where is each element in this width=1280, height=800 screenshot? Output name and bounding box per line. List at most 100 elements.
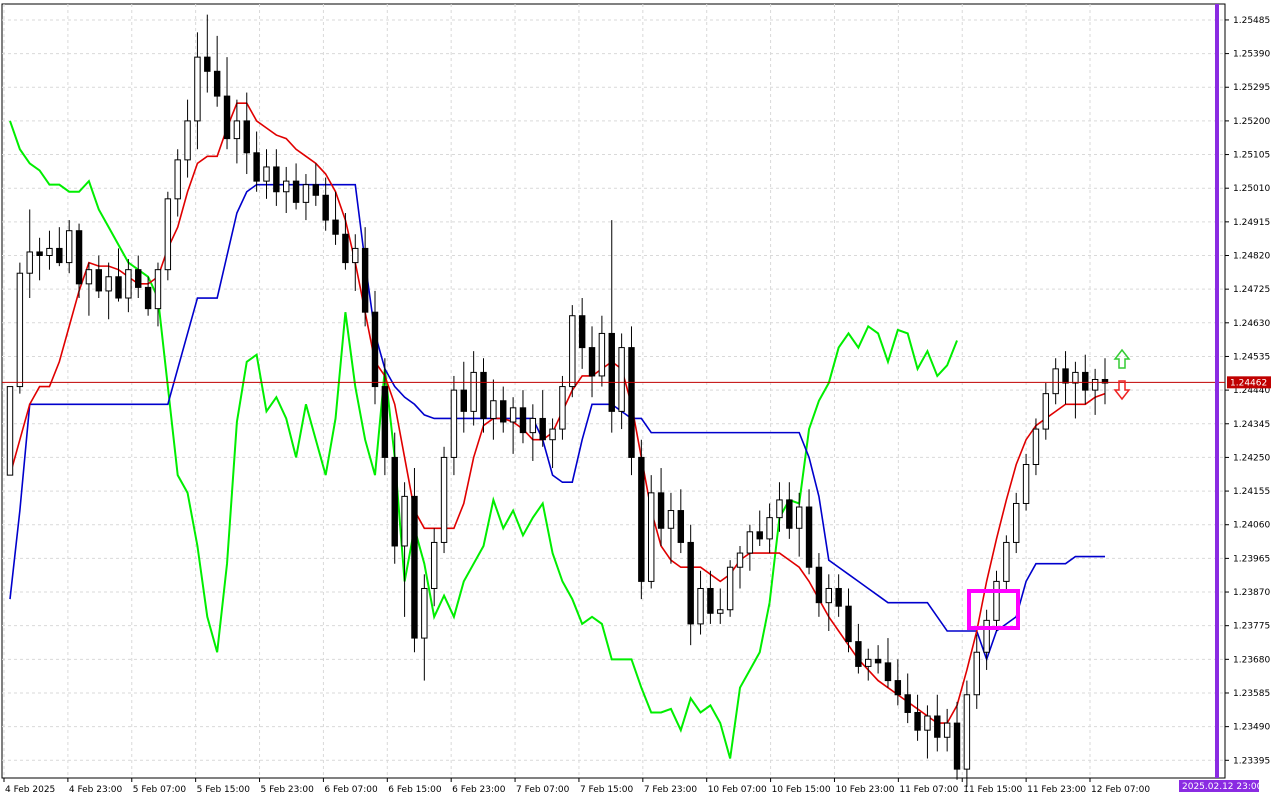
y-tick-label: 1.23395 bbox=[1233, 756, 1270, 766]
candle-body bbox=[26, 251, 33, 274]
candle-body bbox=[401, 495, 408, 547]
candle-body bbox=[16, 272, 24, 388]
x-tick-label: 6 Feb 23:00 bbox=[452, 785, 506, 795]
candle-body bbox=[1013, 502, 1020, 543]
candle-body bbox=[381, 386, 389, 458]
x-tick-label: 10 Feb 15:00 bbox=[772, 785, 831, 795]
candle-body bbox=[352, 247, 359, 264]
candle-body bbox=[361, 247, 369, 313]
y-tick-label: 1.23585 bbox=[1233, 689, 1270, 699]
candle-body bbox=[430, 541, 438, 589]
candle-body bbox=[253, 152, 260, 182]
candle-body bbox=[815, 566, 823, 604]
candle-body bbox=[6, 386, 14, 476]
candle-body bbox=[154, 269, 162, 310]
candle-body bbox=[1022, 464, 1030, 504]
current-time-marker bbox=[1215, 4, 1219, 778]
candle-body bbox=[273, 166, 280, 193]
candle-body bbox=[322, 194, 329, 221]
y-tick-label: 1.24535 bbox=[1233, 352, 1270, 362]
x-tick-label: 6 Feb 15:00 bbox=[388, 785, 442, 795]
candle-body bbox=[421, 587, 428, 639]
candle-body bbox=[697, 587, 704, 625]
candle-body bbox=[559, 386, 566, 430]
candle-body bbox=[65, 230, 73, 264]
candle-body bbox=[470, 371, 477, 412]
candle-body bbox=[588, 347, 596, 377]
chart-background bbox=[0, 0, 1280, 800]
price-chart[interactable]: 1.25485 1.25390 1.25295 1.25200 1.25105 1.250… bbox=[0, 0, 1280, 800]
y-tick-label: 1.24250 bbox=[1233, 453, 1270, 463]
y-tick-label: 1.24915 bbox=[1233, 218, 1270, 228]
candle-body bbox=[825, 587, 832, 604]
candle bbox=[164, 191, 172, 281]
candle bbox=[726, 560, 734, 617]
candle-body bbox=[490, 400, 497, 419]
candle bbox=[440, 446, 448, 554]
candle-body bbox=[411, 495, 418, 639]
y-tick-label: 1.24820 bbox=[1233, 252, 1270, 262]
candle-body bbox=[943, 722, 951, 738]
x-tick-label: 5 Feb 23:00 bbox=[261, 785, 315, 795]
candle-body bbox=[746, 531, 754, 554]
current-price-label: 1.24462 bbox=[1230, 378, 1267, 388]
x-tick-label: 11 Feb 23:00 bbox=[1027, 785, 1086, 795]
candle-body bbox=[855, 641, 862, 667]
candle-body bbox=[105, 276, 112, 292]
candle-body bbox=[391, 456, 398, 547]
y-tick-label: 1.25390 bbox=[1233, 50, 1270, 60]
candle-body bbox=[569, 315, 576, 388]
y-tick-label: 1.23490 bbox=[1233, 723, 1270, 733]
candle-body bbox=[135, 269, 142, 288]
candle-body bbox=[1003, 541, 1010, 582]
candle-body bbox=[756, 531, 763, 540]
candle-body bbox=[667, 510, 675, 529]
candle-body bbox=[283, 180, 290, 193]
candle-body bbox=[717, 609, 724, 614]
x-tick-label: 6 Feb 07:00 bbox=[324, 785, 378, 795]
candle-body bbox=[529, 417, 537, 434]
x-tick-label: 7 Feb 15:00 bbox=[580, 785, 634, 795]
y-tick-label: 1.24155 bbox=[1233, 487, 1270, 497]
candle-body bbox=[46, 247, 53, 257]
y-tick-label: 1.25010 bbox=[1233, 184, 1270, 194]
candle-body bbox=[194, 56, 201, 122]
candle-body bbox=[973, 651, 980, 696]
candle-body bbox=[914, 711, 921, 731]
x-tick-label: 11 Feb 07:00 bbox=[899, 785, 958, 795]
candle-body bbox=[292, 180, 300, 203]
candle-body bbox=[243, 120, 250, 154]
y-tick-label: 1.23965 bbox=[1233, 554, 1270, 564]
x-tick-label: 7 Feb 23:00 bbox=[644, 785, 698, 795]
y-tick-label: 1.23680 bbox=[1233, 655, 1270, 665]
candle-body bbox=[884, 662, 892, 682]
candle-body bbox=[707, 587, 714, 614]
candle-body bbox=[1062, 368, 1069, 384]
candle-body bbox=[874, 658, 882, 664]
candle-body bbox=[924, 715, 931, 731]
candle-body bbox=[95, 269, 102, 292]
candle-body bbox=[578, 315, 586, 349]
candle-body bbox=[865, 658, 872, 667]
candle-body bbox=[1052, 368, 1059, 395]
candle-body bbox=[1091, 378, 1099, 391]
candle-body bbox=[894, 680, 902, 696]
candle-body bbox=[618, 347, 625, 412]
candle-body bbox=[500, 400, 507, 423]
candle-body bbox=[184, 120, 191, 161]
y-tick-label: 1.25485 bbox=[1233, 16, 1270, 26]
y-tick-label: 1.23775 bbox=[1233, 622, 1270, 632]
candle-body bbox=[115, 276, 122, 299]
current-time-label: 2025.02.12 23:00 bbox=[1182, 782, 1263, 792]
y-tick-label: 1.23870 bbox=[1233, 588, 1270, 598]
candle-body bbox=[75, 230, 83, 285]
candle-body bbox=[1072, 371, 1079, 384]
candle-body bbox=[805, 506, 813, 568]
candle-body bbox=[608, 332, 615, 412]
candle-body bbox=[993, 580, 1000, 621]
candle-body bbox=[332, 219, 339, 235]
candle-body bbox=[726, 566, 734, 611]
candle-body bbox=[144, 286, 152, 310]
y-tick-label: 1.25295 bbox=[1233, 83, 1270, 93]
candle-body bbox=[519, 407, 527, 434]
